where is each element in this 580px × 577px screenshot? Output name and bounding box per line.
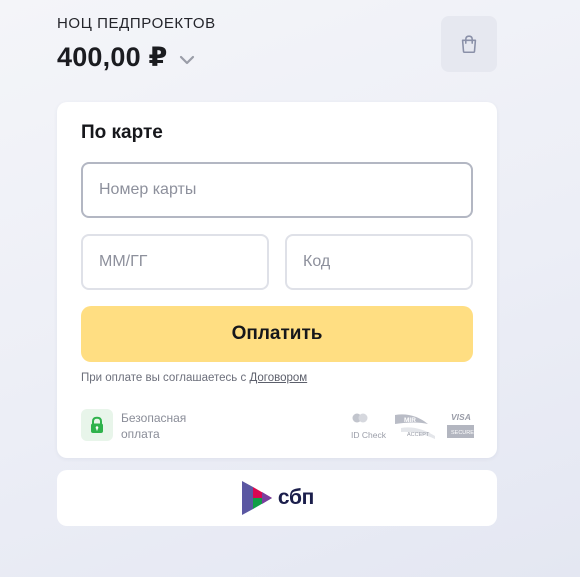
mir-accept-caption: ACCEPT: [407, 432, 430, 438]
card-number-input[interactable]: [81, 162, 473, 218]
visa-label: VISA: [451, 412, 471, 422]
visa-secure-caption: SECURE: [451, 430, 474, 436]
secure-payment-label: Безопасная оплата: [121, 410, 211, 442]
chevron-down-icon: [180, 55, 195, 64]
agreement-notice: При оплате вы соглашаетесь с Договором: [81, 372, 307, 384]
agreement-link[interactable]: Договором: [249, 372, 307, 384]
lock-icon: [91, 416, 103, 433]
secure-line-2: оплата: [121, 427, 160, 441]
sbp-label: сбп: [277, 486, 315, 509]
mastercard-id-check-logo: ID Check: [351, 413, 387, 440]
visa-secure-logo: VISA SECURE: [447, 412, 474, 438]
sbp-logo-icon: [241, 481, 272, 515]
card-section-title: По карте: [81, 122, 163, 143]
payment-system-logos: ID Check MIR ACCEPT VISA SECURE: [351, 412, 474, 440]
id-check-caption: ID Check: [351, 430, 387, 440]
merchant-name: НОЦ ПЕДПРОЕКТОВ: [57, 15, 216, 32]
agreement-text: При оплате вы соглашаетесь с: [81, 372, 250, 384]
amount-value: 400,00 ₽: [57, 42, 168, 72]
cvc-input[interactable]: [285, 234, 473, 290]
shopping-bag-icon: [461, 35, 477, 54]
mir-accept-logo: MIR ACCEPT: [395, 414, 435, 439]
expiry-input[interactable]: [81, 234, 269, 290]
secure-line-1: Безопасная: [121, 411, 187, 425]
sbp-pay-button[interactable]: сбп: [57, 470, 497, 526]
cart-button[interactable]: [441, 16, 497, 72]
secure-badge: [81, 409, 113, 441]
amount-toggle[interactable]: 400,00 ₽: [57, 42, 195, 73]
pay-button[interactable]: Оплатить: [81, 306, 473, 362]
mir-label: MIR: [404, 417, 416, 424]
card-payment-panel: По карте Оплатить При оплате вы соглашае…: [57, 102, 497, 458]
